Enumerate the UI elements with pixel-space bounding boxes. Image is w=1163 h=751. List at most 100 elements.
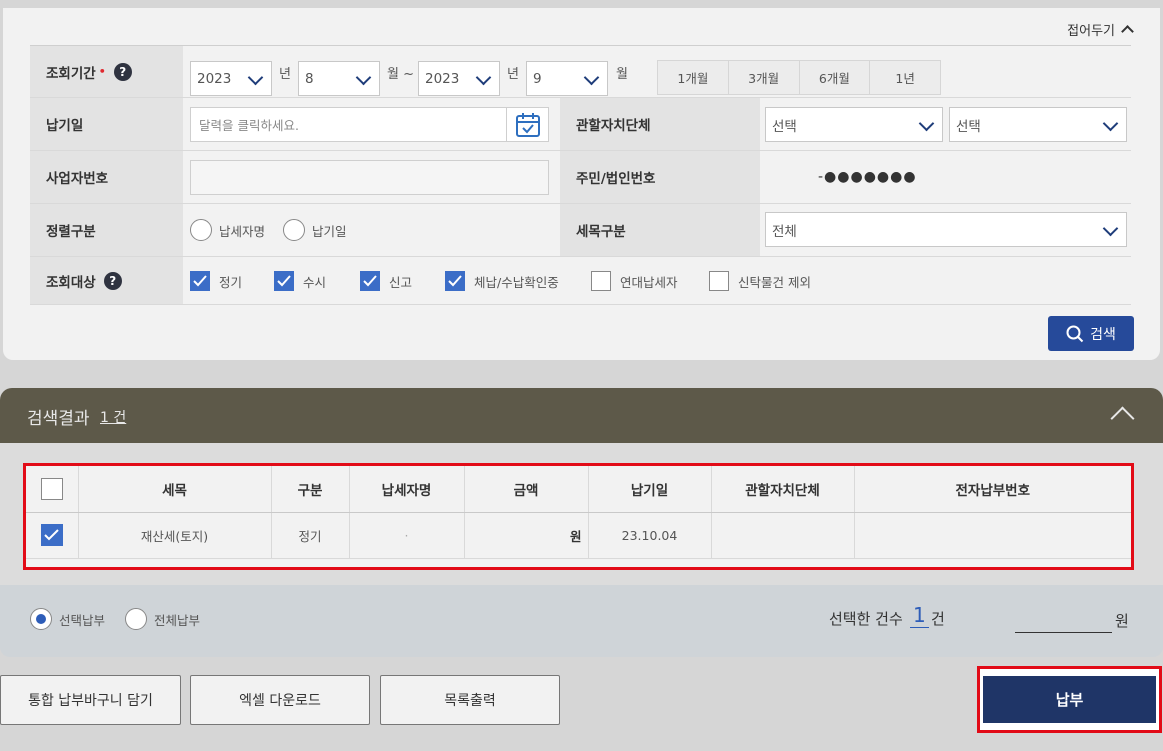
month-unit: 월 (616, 67, 628, 82)
checkbox-checked-icon (445, 271, 465, 291)
to-month-select[interactable]: 9 (526, 61, 608, 96)
radio-circle (283, 219, 305, 241)
pay-all-radio[interactable]: 전체납부 (125, 608, 200, 630)
target-checkbox-occasional[interactable]: 수시 (274, 271, 326, 291)
fold-label: 접어두기 (1067, 24, 1115, 39)
period-1-year-button[interactable]: 1년 (870, 61, 940, 94)
due-date-label: 납기일 (30, 98, 183, 150)
target-joint-label: 연대납세자 (620, 274, 678, 290)
column-header: 전자납부번호 (854, 466, 1131, 513)
amount-unit: 원 (1115, 612, 1129, 630)
chevron-up-icon[interactable] (1110, 406, 1135, 431)
result-header: 검색결과 1 건 (0, 388, 1163, 443)
period-6-month-button[interactable]: 6개월 (800, 61, 871, 94)
jurisdiction-select-1[interactable]: 선택 (765, 107, 943, 142)
target-checkbox-arrears[interactable]: 체납/수납확인중 (445, 271, 559, 291)
from-year-value: 2023 (197, 70, 232, 87)
sort-label: 정렬구분 (30, 204, 183, 256)
checkbox-checked-icon (190, 271, 210, 291)
checkbox-checked-icon (360, 271, 380, 291)
cell-amount: 원 (464, 512, 589, 559)
cell-epay-no (854, 512, 1131, 559)
due-date-placeholder: 달력을 클릭하세요. (199, 118, 299, 133)
search-button[interactable]: 검색 (1048, 316, 1134, 351)
target-checkbox-report[interactable]: 신고 (360, 271, 412, 291)
target-checkbox-joint[interactable]: 연대납세자 (591, 271, 678, 291)
due-date-input[interactable]: 달력을 클릭하세요. (190, 107, 549, 142)
help-icon[interactable]: ? (103, 271, 122, 290)
target-report-label: 신고 (389, 274, 413, 290)
sort-radio-taxpayer[interactable]: 납세자명 (190, 219, 265, 241)
pay-button[interactable]: 납부 (983, 676, 1156, 723)
help-icon[interactable]: ? (113, 62, 132, 81)
chevron-down-icon (355, 69, 372, 86)
tax-type-select[interactable]: 전체 (765, 212, 1127, 247)
business-no-label: 사업자번호 (30, 151, 183, 203)
column-header: 세목 (78, 466, 272, 513)
result-title: 검색결과 (27, 409, 90, 429)
add-to-cart-button[interactable]: 통합 납부바구니 담기 (0, 675, 181, 725)
chevron-down-icon (583, 69, 600, 86)
calendar-button[interactable] (506, 108, 548, 141)
radio-circle (125, 608, 147, 630)
sort-radio-due-date-label: 납기일 (312, 223, 347, 239)
pay-all-label: 전체납부 (154, 612, 201, 628)
chevron-up-icon (1121, 25, 1134, 38)
cell-type: 정기 (271, 512, 350, 559)
result-count[interactable]: 1 건 (100, 407, 126, 427)
to-year-select[interactable]: 2023 (418, 61, 500, 96)
from-year-select[interactable]: 2023 (190, 61, 272, 96)
period-label-cell: 조회기간 • ? (30, 46, 183, 97)
selected-count-value: 1 (910, 603, 929, 628)
column-header: 납세자명 (349, 466, 465, 513)
quick-period-group: 1개월 3개월 6개월 1년 (657, 60, 941, 95)
jurisdiction-select-2[interactable]: 선택 (949, 107, 1127, 142)
table-row[interactable]: 재산세(토지) 정기 · 원 23.10.04 (26, 512, 1131, 559)
column-header: 관할자치단체 (711, 466, 855, 513)
select-all-checkbox[interactable] (40, 477, 63, 500)
cell-jurisdiction (711, 512, 855, 559)
checkbox-checked-icon (274, 271, 294, 291)
business-no-input[interactable] (190, 160, 549, 195)
selected-count-unit: 건 (931, 610, 945, 628)
print-list-button[interactable]: 목록출력 (380, 675, 560, 725)
tax-type-value: 전체 (772, 223, 797, 240)
year-unit: 년 (279, 67, 291, 82)
sort-row: 정렬구분 납세자명 납기일 세목구분 전체 (30, 204, 1131, 257)
sort-radio-due-date[interactable]: 납기일 (283, 219, 347, 241)
search-button-label: 검색 (1090, 326, 1116, 343)
radio-circle (30, 608, 52, 630)
row-checkbox[interactable] (40, 524, 63, 546)
row-select-cell (26, 512, 79, 559)
excel-download-button[interactable]: 엑셀 다운로드 (190, 675, 370, 725)
selected-amount-value (1015, 632, 1112, 633)
checkbox-unchecked-icon (709, 271, 729, 291)
target-checkbox-trust-exclude[interactable]: 신탁물건 제외 (709, 271, 811, 291)
payment-bar: 선택납부 전체납부 선택한 건수 1 건 원 (0, 585, 1163, 657)
fold-toggle[interactable]: 접어두기 (1067, 20, 1134, 39)
select-all-cell (26, 466, 79, 513)
sort-radio-taxpayer-label: 납세자명 (219, 223, 266, 239)
year-unit: 년 (507, 67, 519, 82)
period-1-month-button[interactable]: 1개월 (658, 61, 729, 94)
target-occasional-label: 수시 (303, 274, 327, 290)
jurisdiction-label: 관할자치단체 (560, 98, 760, 150)
result-table: 세목 구분 납세자명 금액 납기일 관할자치단체 전자납부번호 재산세(토지) … (26, 466, 1131, 559)
cell-taxpayer: · (349, 512, 465, 559)
radio-dot (36, 614, 46, 624)
period-3-month-button[interactable]: 3개월 (729, 61, 800, 94)
pay-selected-radio[interactable]: 선택납부 (30, 608, 105, 630)
column-header: 납기일 (588, 466, 712, 513)
target-trust-exclude-label: 신탁물건 제외 (738, 274, 811, 290)
calendar-icon (515, 112, 540, 137)
chevron-down-icon (1102, 115, 1119, 132)
result-table-wrap: 세목 구분 납세자명 금액 납기일 관할자치단체 전자납부번호 재산세(토지) … (23, 463, 1134, 570)
cell-tax-item: 재산세(토지) (78, 512, 272, 559)
checkbox-unchecked-icon (591, 271, 611, 291)
target-checkbox-regular[interactable]: 정기 (190, 271, 242, 291)
from-month-select[interactable]: 8 (298, 61, 380, 96)
radio-circle (190, 219, 212, 241)
check-icon (44, 529, 59, 541)
to-month-value: 9 (533, 70, 542, 87)
business-no-row: 사업자번호 주민/법인번호 -●●●●●●● (30, 151, 1131, 204)
